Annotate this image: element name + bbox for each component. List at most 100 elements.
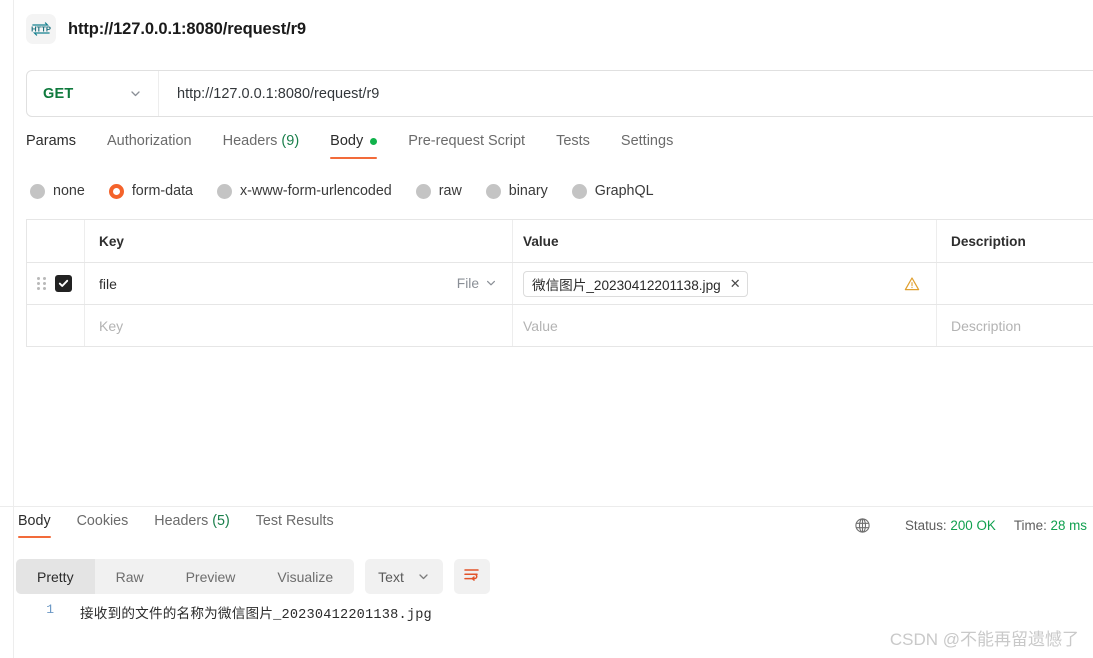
format-button-raw[interactable]: Raw <box>95 559 165 594</box>
content-type-selector[interactable]: Text <box>365 559 443 594</box>
tab-label: Cookies <box>76 513 129 529</box>
table-row[interactable]: file File 微信图片_20230412201138.jpg ✕ <box>27 263 1093 305</box>
time-value: 28 ms <box>1050 518 1087 533</box>
row-enabled-checkbox[interactable] <box>55 275 72 292</box>
response-headers-count: (5) <box>212 513 230 529</box>
time-label: Time: <box>1013 518 1047 533</box>
tab-label: Body <box>18 513 51 529</box>
response-tab-body[interactable]: Body <box>18 513 51 538</box>
active-tab-underline <box>18 535 51 538</box>
url-bar: GET http://127.0.0.1:8080/request/r9 <box>26 70 1093 117</box>
file-chip[interactable]: 微信图片_20230412201138.jpg ✕ <box>523 270 748 297</box>
response-body-viewer[interactable]: 1 接收到的文件的名称为微信图片_20230412201138.jpg <box>14 602 1093 623</box>
radio-label: form-data <box>131 183 193 199</box>
body-type-graphql[interactable]: GraphQL <box>571 183 654 199</box>
radio-icon <box>217 183 232 199</box>
format-button-pretty[interactable]: Pretty <box>16 559 95 594</box>
body-type-radio-group: none form-data x-www-form-urlencoded raw… <box>30 183 678 199</box>
status-value: 200 OK <box>950 518 996 533</box>
radio-label: x-www-form-urlencoded <box>240 183 392 199</box>
radio-icon <box>571 183 587 199</box>
time-badge[interactable]: Time: 28 ms <box>1014 518 1087 533</box>
tab-headers[interactable]: Headers (9) <box>223 133 300 159</box>
row-key-value: file <box>99 275 117 292</box>
tab-pre-request-script[interactable]: Pre-request Script <box>408 133 525 159</box>
radio-label: binary <box>508 183 548 199</box>
body-type-binary[interactable]: binary <box>485 183 548 199</box>
chevron-down-icon <box>129 87 142 100</box>
remove-file-icon[interactable]: ✕ <box>730 277 741 290</box>
radio-icon <box>415 183 431 199</box>
header-key-label: Key <box>99 233 124 249</box>
response-tab-cookies[interactable]: Cookies <box>77 513 129 538</box>
radio-selected-icon <box>108 183 124 199</box>
tab-params[interactable]: Params <box>26 133 76 159</box>
row-description-cell[interactable] <box>937 263 1093 304</box>
active-tab-underline <box>330 156 378 159</box>
tab-label: Body <box>330 133 364 149</box>
tab-authorization[interactable]: Authorization <box>107 133 192 159</box>
table-header-row: Key Value Description <box>27 220 1093 263</box>
status-badge[interactable]: Status: 200 OK <box>905 518 996 533</box>
tab-settings[interactable]: Settings <box>621 133 673 159</box>
placeholder-value-label: Value <box>523 317 558 334</box>
format-label: Pretty <box>37 568 74 585</box>
row-key-cell[interactable]: file File <box>85 263 513 304</box>
file-chip-name: 微信图片_20230412201138.jpg <box>532 277 721 293</box>
tab-headers-count: (9) <box>281 133 300 149</box>
warning-icon <box>904 276 920 292</box>
method-selector[interactable]: GET <box>27 71 159 116</box>
left-rail-divider <box>13 0 14 658</box>
status-label: Status: <box>904 518 947 533</box>
placeholder-key-cell[interactable]: Key <box>85 305 513 346</box>
table-placeholder-row[interactable]: Key Value Description <box>27 305 1093 347</box>
radio-icon <box>485 183 501 199</box>
url-input[interactable]: http://127.0.0.1:8080/request/r9 <box>159 86 1093 102</box>
wrap-lines-button[interactable] <box>453 559 490 594</box>
request-title-bar: HTTP http://127.0.0.1:8080/request/r9 <box>14 0 1093 58</box>
radio-label: raw <box>438 183 462 199</box>
svg-text:HTTP: HTTP <box>31 25 51 34</box>
tab-tests[interactable]: Tests <box>556 133 590 159</box>
tab-label: Params <box>26 133 76 149</box>
body-type-form-data[interactable]: form-data <box>108 183 193 199</box>
radio-icon <box>30 183 45 199</box>
tab-label: Settings <box>620 133 674 149</box>
http-icon: HTTP <box>26 14 56 44</box>
format-button-preview[interactable]: Preview <box>165 559 257 594</box>
header-description-label: Description <box>951 233 1026 249</box>
format-label: Raw <box>115 568 144 585</box>
response-status-strip: Status: 200 OK Time: 28 ms <box>854 517 1087 534</box>
header-cell-key: Key <box>85 220 513 262</box>
body-type-raw[interactable]: raw <box>415 183 462 199</box>
response-tab-headers[interactable]: Headers (5) <box>154 513 230 538</box>
chevron-down-icon <box>485 277 498 290</box>
response-tab-test-results[interactable]: Test Results <box>256 513 334 538</box>
body-modified-dot-icon <box>370 137 378 145</box>
form-data-table: Key Value Description file File 微信图片_202… <box>26 219 1093 347</box>
body-type-none[interactable]: none <box>30 183 85 199</box>
tab-label: Headers <box>154 513 209 529</box>
row-value-cell[interactable]: 微信图片_20230412201138.jpg ✕ <box>513 263 937 304</box>
method-label: GET <box>43 85 74 102</box>
watermark: CSDN @不能再留遗憾了 <box>889 630 1079 649</box>
key-type-selector[interactable]: File <box>457 276 498 291</box>
tab-label: Test Results <box>255 513 334 529</box>
placeholder-description-cell[interactable]: Description <box>937 305 1093 346</box>
tab-body[interactable]: Body <box>330 133 378 159</box>
response-tabs: Body Cookies Headers (5) Test Results <box>14 513 360 545</box>
drag-handle-icon[interactable] <box>37 276 47 291</box>
tab-label: Authorization <box>106 133 192 149</box>
pane-divider[interactable] <box>0 506 1093 507</box>
header-value-label: Value <box>523 233 559 249</box>
format-button-visualize[interactable]: Visualize <box>256 559 354 594</box>
body-type-x-www-form-urlencoded[interactable]: x-www-form-urlencoded <box>217 183 392 199</box>
response-body-line: 接收到的文件的名称为微信图片_20230412201138.jpg <box>80 608 432 623</box>
format-segmented-control: Pretty Raw Preview Visualize <box>16 559 355 594</box>
response-format-bar: Pretty Raw Preview Visualize Text <box>16 559 490 594</box>
placeholder-value-cell[interactable]: Value <box>513 305 937 346</box>
placeholder-row-controls <box>27 305 85 346</box>
tab-label: Tests <box>556 133 590 149</box>
radio-label: none <box>53 183 85 199</box>
key-type-label: File <box>456 276 479 291</box>
